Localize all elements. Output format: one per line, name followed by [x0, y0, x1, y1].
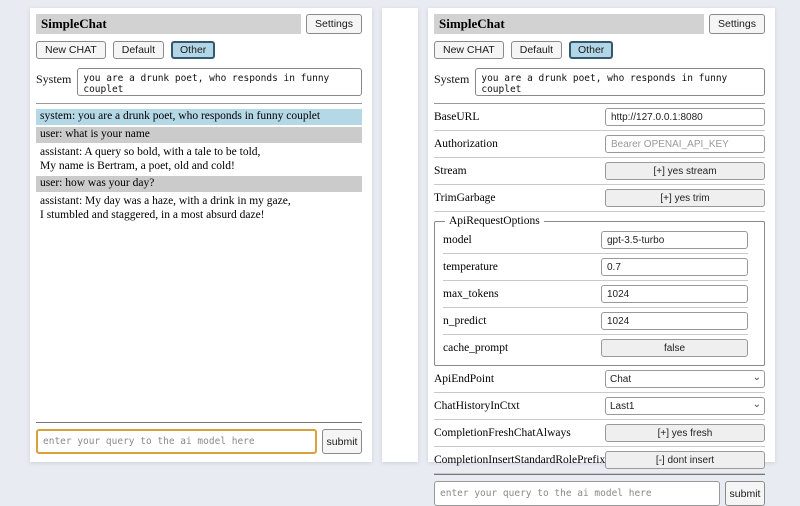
system-prompt-row: System you are a drunk poet, who respond…	[434, 68, 765, 96]
chat-history-select[interactable]: Last1	[605, 397, 765, 415]
session-toolbar: New CHAT Default Other	[434, 41, 765, 59]
app-title: SimpleChat	[36, 14, 301, 34]
setting-label: Stream	[434, 165, 605, 177]
max-tokens-input[interactable]	[601, 285, 748, 303]
setting-label: TrimGarbage	[434, 192, 605, 204]
blank-panel	[382, 8, 418, 462]
query-divider	[36, 422, 362, 423]
settings-panel: SimpleChat Settings New CHAT Default Oth…	[428, 8, 775, 462]
setting-label: max_tokens	[443, 288, 601, 300]
authorization-input[interactable]	[605, 135, 765, 153]
setting-row-n-predict: n_predict	[443, 308, 748, 335]
setting-label: temperature	[443, 261, 601, 273]
cache-prompt-toggle-button[interactable]: false	[601, 339, 748, 357]
chat-panel: SimpleChat Settings New CHAT Default Oth…	[30, 8, 372, 462]
chat-log: system: you are a drunk poet, who respon…	[36, 107, 362, 224]
submit-button[interactable]: submit	[322, 429, 362, 454]
app-title: SimpleChat	[434, 14, 704, 34]
title-bar: SimpleChat Settings	[36, 14, 362, 34]
setting-label: ApiEndPoint	[434, 373, 605, 385]
new-chat-button[interactable]: New CHAT	[36, 41, 106, 59]
trimgarbage-toggle-button[interactable]: [+] yes trim	[605, 189, 765, 207]
setting-row-stream: Stream [+] yes stream	[434, 158, 765, 185]
setting-row-cache-prompt: cache_prompt false	[443, 335, 748, 361]
temperature-input[interactable]	[601, 258, 748, 276]
query-row: submit	[434, 481, 765, 506]
session-tab-other[interactable]: Other	[171, 41, 215, 59]
api-request-options-legend: ApiRequestOptions	[445, 215, 544, 227]
setting-label: ChatHistoryInCtxt	[434, 400, 605, 412]
setting-row-trimgarbage: TrimGarbage [+] yes trim	[434, 185, 765, 212]
setting-row-authorization: Authorization	[434, 131, 765, 158]
setting-label: Authorization	[434, 138, 605, 150]
title-bar: SimpleChat Settings	[434, 14, 765, 34]
setting-row-max-tokens: max_tokens	[443, 281, 748, 308]
chat-message-assistant: assistant: A query so bold, with a tale …	[36, 145, 362, 175]
query-row: submit	[36, 429, 362, 454]
setting-label: n_predict	[443, 315, 601, 327]
setting-label: cache_prompt	[443, 342, 601, 354]
new-chat-button[interactable]: New CHAT	[434, 41, 504, 59]
system-prompt-row: System you are a drunk poet, who respond…	[36, 68, 362, 96]
setting-label: CompletionFreshChatAlways	[434, 427, 605, 439]
api-endpoint-select-wrap: Chat ⌄	[605, 370, 765, 388]
system-prompt-input[interactable]: you are a drunk poet, who responds in fu…	[77, 68, 362, 96]
query-input[interactable]	[434, 481, 720, 506]
settings-button[interactable]: Settings	[709, 14, 765, 34]
setting-row-chat-history: ChatHistoryInCtxt Last1 ⌄	[434, 393, 765, 420]
chat-history-select-wrap: Last1 ⌄	[605, 397, 765, 415]
setting-label: model	[443, 234, 601, 246]
api-request-options-fieldset: ApiRequestOptions model temperature max_…	[434, 215, 765, 366]
chat-message-assistant: assistant: My day was a haze, with a dri…	[36, 194, 362, 224]
model-input[interactable]	[601, 231, 748, 249]
completion-insert-toggle-button[interactable]: [-] dont insert	[605, 451, 765, 469]
settings-list: BaseURL Authorization Stream [+] yes str…	[434, 104, 765, 474]
session-tab-default[interactable]: Default	[113, 41, 164, 59]
setting-row-completion-insert: CompletionInsertStandardRolePrefix [-] d…	[434, 447, 765, 474]
system-label: System	[434, 68, 469, 87]
chat-message-system: system: you are a drunk poet, who respon…	[36, 109, 362, 125]
setting-label: BaseURL	[434, 111, 605, 123]
setting-row-baseurl: BaseURL	[434, 104, 765, 131]
completion-fresh-toggle-button[interactable]: [+] yes fresh	[605, 424, 765, 442]
query-input[interactable]	[36, 429, 317, 454]
setting-row-model: model	[443, 227, 748, 254]
session-toolbar: New CHAT Default Other	[36, 41, 362, 59]
n-predict-input[interactable]	[601, 312, 748, 330]
setting-label: CompletionInsertStandardRolePrefix	[434, 454, 605, 466]
setting-row-temperature: temperature	[443, 254, 748, 281]
session-tab-other[interactable]: Other	[569, 41, 613, 59]
session-tab-default[interactable]: Default	[511, 41, 562, 59]
system-label: System	[36, 68, 71, 87]
settings-button[interactable]: Settings	[306, 14, 362, 34]
chat-message-user: user: what is your name	[36, 127, 362, 143]
setting-row-api-endpoint: ApiEndPoint Chat ⌄	[434, 366, 765, 393]
submit-button[interactable]: submit	[725, 481, 765, 506]
setting-row-completion-fresh: CompletionFreshChatAlways [+] yes fresh	[434, 420, 765, 447]
chat-message-user: user: how was your day?	[36, 176, 362, 192]
section-divider	[36, 103, 362, 104]
stream-toggle-button[interactable]: [+] yes stream	[605, 162, 765, 180]
query-divider	[434, 474, 765, 475]
api-endpoint-select[interactable]: Chat	[605, 370, 765, 388]
baseurl-input[interactable]	[605, 108, 765, 126]
system-prompt-input[interactable]: you are a drunk poet, who responds in fu…	[475, 68, 765, 96]
